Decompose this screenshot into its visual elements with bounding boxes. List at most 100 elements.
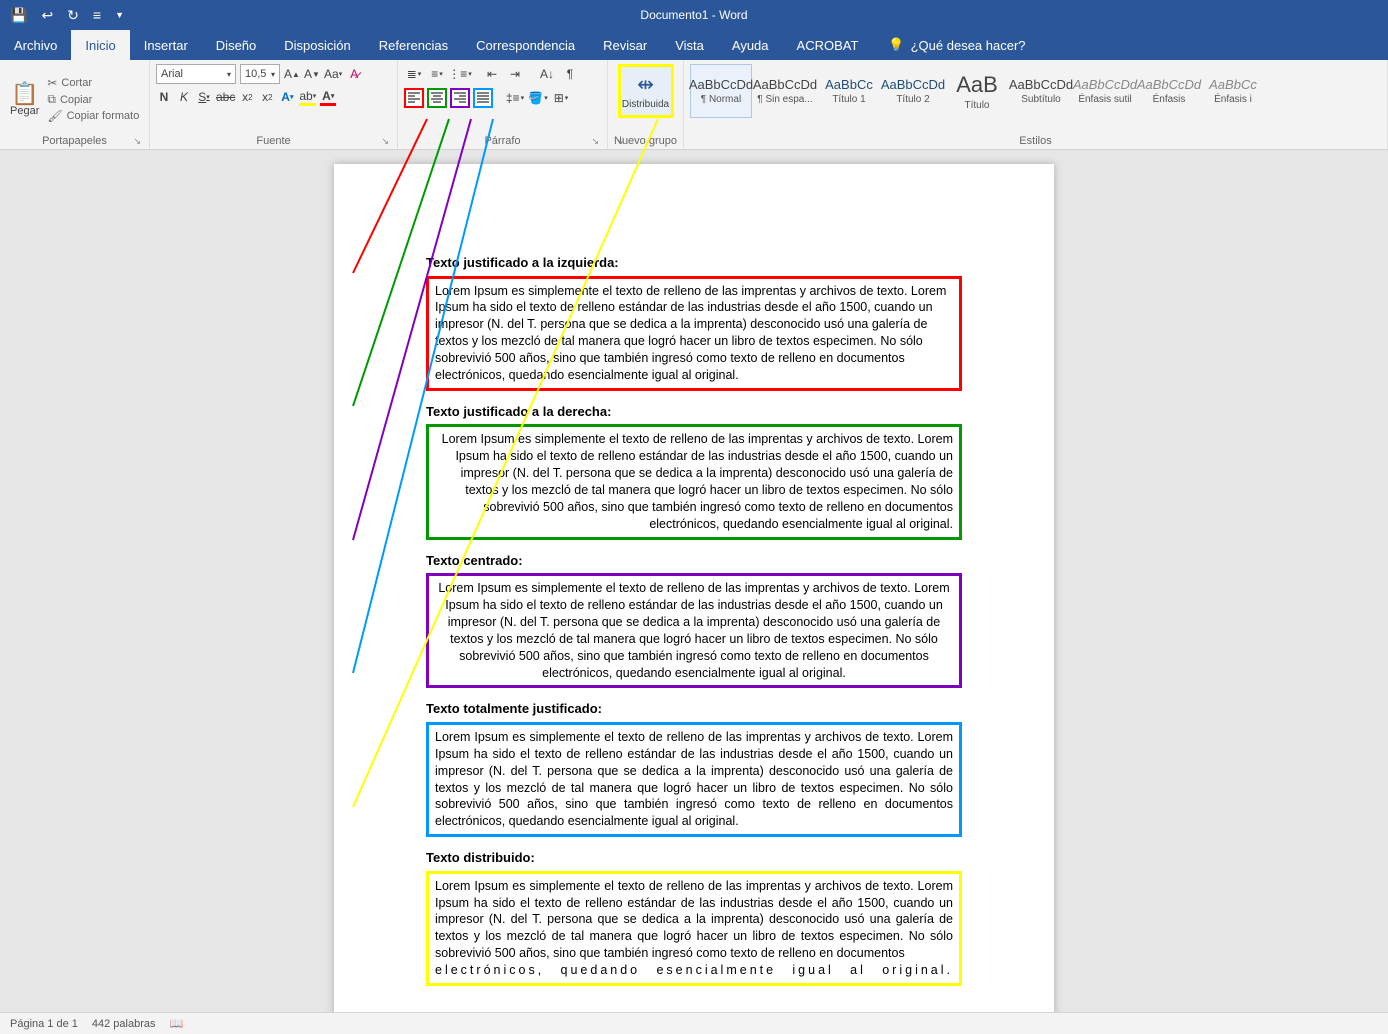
- dialog-launcher-icon[interactable]: ↘: [381, 136, 389, 147]
- style-sample: AaBbCcDd: [689, 77, 753, 92]
- undo-icon[interactable]: ↩: [41, 7, 53, 24]
- tab-diseno[interactable]: Diseño: [202, 30, 270, 60]
- style-item-2[interactable]: AaBbCcTítulo 1: [818, 64, 880, 118]
- multilevel-button[interactable]: ⋮≡▾: [450, 64, 470, 84]
- borders-button[interactable]: ⊞▾: [551, 88, 571, 108]
- italic-button[interactable]: K: [176, 88, 192, 106]
- page-indicator[interactable]: Página 1 de 1: [10, 1018, 78, 1030]
- save-icon[interactable]: 💾: [10, 7, 27, 24]
- scissors-icon: ✂: [47, 76, 57, 90]
- copy-icon: ⧉: [47, 92, 56, 107]
- line-spacing-button[interactable]: ‡≡▾: [505, 88, 525, 108]
- proofing-icon[interactable]: 📖: [170, 1017, 184, 1030]
- style-item-7[interactable]: AaBbCcDdÉnfasis: [1138, 64, 1200, 118]
- distribuida-button[interactable]: ⇹ Distribuida: [618, 64, 674, 118]
- heading-left: Texto justificado a la izquierda:: [426, 254, 962, 272]
- format-painter-button[interactable]: 🖌Copiar formato: [47, 109, 139, 123]
- align-justify-button[interactable]: [473, 88, 493, 108]
- clipboard-icon: 📋: [11, 83, 38, 105]
- font-size-combo[interactable]: 10,5▾: [240, 64, 280, 84]
- style-item-1[interactable]: AaBbCcDd ¶ Sin espa...: [754, 64, 816, 118]
- numbering-button[interactable]: ≡▾: [427, 64, 447, 84]
- font-name-combo[interactable]: Arial▾: [156, 64, 236, 84]
- show-marks-button[interactable]: ¶: [560, 64, 580, 84]
- group-nuevo: ⇹ Distribuida ↘Nuevo grupo: [608, 60, 684, 149]
- shading-button[interactable]: 🪣▾: [528, 88, 548, 108]
- group-label: Portapapeles: [42, 135, 107, 147]
- style-name: Énfasis: [1153, 94, 1186, 105]
- group-parrafo: ≣▾ ≡▾ ⋮≡▾ ⇤ ⇥ A↓ ¶ ‡≡▾ 🪣: [398, 60, 608, 149]
- superscript-button[interactable]: x2: [259, 88, 275, 106]
- style-name: ¶ Sin espa...: [757, 94, 812, 105]
- subscript-button[interactable]: x2: [239, 88, 255, 106]
- distribute-icon: ⇹: [637, 72, 654, 97]
- tab-insertar[interactable]: Insertar: [130, 30, 202, 60]
- redo-icon[interactable]: ↻: [67, 7, 79, 24]
- dialog-launcher-icon[interactable]: ↘: [616, 136, 624, 147]
- text-effects-button[interactable]: A▾: [279, 88, 295, 106]
- highlight-button[interactable]: ab▾: [299, 88, 316, 106]
- change-case-button[interactable]: Aa▾: [324, 65, 342, 83]
- window-title: Documento1 - Word: [640, 8, 747, 22]
- tab-vista[interactable]: Vista: [661, 30, 718, 60]
- style-item-6[interactable]: AaBbCcDd Énfasis sutil: [1074, 64, 1136, 118]
- style-name: Énfasis sutil: [1078, 94, 1131, 105]
- group-fuente: Arial▾ 10,5▾ A▲ A▼ Aa▾ A̷ N K S▾ abc x2 …: [150, 60, 398, 149]
- cut-button[interactable]: ✂Cortar: [47, 76, 139, 90]
- bold-button[interactable]: N: [156, 88, 172, 106]
- brush-icon: 🖌: [47, 109, 62, 123]
- tab-archivo[interactable]: Archivo: [0, 30, 71, 60]
- tab-referencias[interactable]: Referencias: [365, 30, 462, 60]
- box-distributed-align: Lorem Ipsum es simplemente el texto de r…: [426, 871, 962, 986]
- style-item-5[interactable]: AaBbCcDd Subtítulo: [1010, 64, 1072, 118]
- style-sample: AaBbCcDd: [753, 77, 817, 92]
- style-item-4[interactable]: AaBTítulo: [946, 64, 1008, 118]
- decrease-indent-button[interactable]: ⇤: [482, 64, 502, 84]
- shrink-font-button[interactable]: A▼: [304, 65, 320, 83]
- tab-disposicion[interactable]: Disposición: [270, 30, 364, 60]
- style-sample: AaBbCcDd: [1073, 77, 1137, 92]
- box-right-align: Lorem Ipsum es simplemente el texto de r…: [426, 424, 962, 539]
- tab-ayuda[interactable]: Ayuda: [718, 30, 783, 60]
- tab-revisar[interactable]: Revisar: [589, 30, 661, 60]
- increase-indent-button[interactable]: ⇥: [505, 64, 525, 84]
- qat-dropdown-icon[interactable]: ▼: [115, 10, 124, 20]
- font-color-button[interactable]: A▾: [320, 88, 336, 106]
- style-item-3[interactable]: AaBbCcDd Título 2: [882, 64, 944, 118]
- strike-button[interactable]: abc: [216, 88, 235, 106]
- style-name: ¶ Normal: [701, 94, 741, 105]
- qat-more-icon[interactable]: ≡: [93, 7, 101, 23]
- style-name: Título 2: [896, 94, 929, 105]
- align-center-button[interactable]: [427, 88, 447, 108]
- style-name: Subtítulo: [1021, 94, 1060, 105]
- tab-inicio[interactable]: Inicio: [71, 30, 129, 60]
- heading-justify: Texto totalmente justificado:: [426, 700, 962, 718]
- dialog-launcher-icon[interactable]: ↘: [591, 136, 599, 147]
- bullets-button[interactable]: ≣▾: [404, 64, 424, 84]
- distribuida-label: Distribuida: [622, 99, 669, 110]
- group-estilos: AaBbCcDd¶ NormalAaBbCcDd¶ Sin espa...AaB…: [684, 60, 1388, 149]
- underline-button[interactable]: S▾: [196, 88, 212, 106]
- tab-acrobat[interactable]: ACROBAT: [783, 30, 873, 60]
- style-sample: AaBbCcDd: [1009, 77, 1073, 92]
- align-left-button[interactable]: [404, 88, 424, 108]
- grow-font-button[interactable]: A▲: [284, 65, 300, 83]
- tab-correspondencia[interactable]: Correspondencia: [462, 30, 589, 60]
- style-item-8[interactable]: AaBbCc Énfasis i: [1202, 64, 1264, 118]
- paste-button[interactable]: 📋 Pegar: [6, 64, 43, 135]
- sort-button[interactable]: A↓: [537, 64, 557, 84]
- clear-format-button[interactable]: A̷: [346, 65, 362, 83]
- tell-me[interactable]: 💡 ¿Qué desea hacer?: [872, 30, 1025, 60]
- dialog-launcher-icon[interactable]: ↘: [133, 136, 141, 147]
- style-name: Énfasis i: [1214, 94, 1252, 105]
- style-sample: AaBbCc: [1209, 77, 1257, 92]
- style-sample: AaBbCcDd: [881, 77, 945, 92]
- heading-distributed: Texto distribuido:: [426, 849, 962, 867]
- copy-button[interactable]: ⧉Copiar: [47, 92, 139, 107]
- word-count[interactable]: 442 palabras: [92, 1018, 156, 1030]
- document-canvas[interactable]: Texto justificado a la izquierda: Lorem …: [0, 150, 1388, 1012]
- style-item-0[interactable]: AaBbCcDd ¶ Normal: [690, 64, 752, 118]
- align-right-button[interactable]: [450, 88, 470, 108]
- page[interactable]: Texto justificado a la izquierda: Lorem …: [334, 164, 1054, 1012]
- ribbon-tabs: Archivo Inicio Insertar Diseño Disposici…: [0, 30, 1388, 60]
